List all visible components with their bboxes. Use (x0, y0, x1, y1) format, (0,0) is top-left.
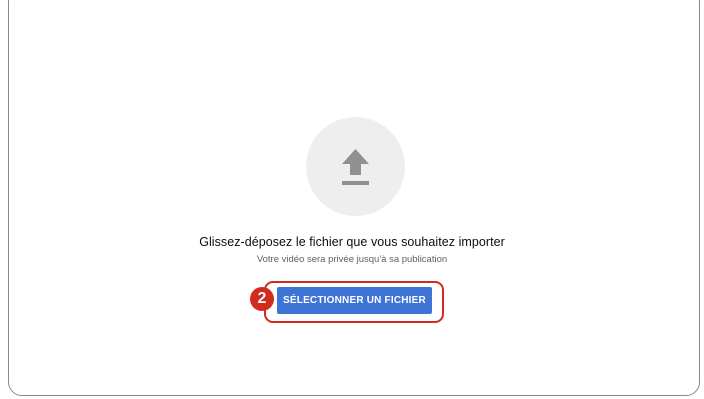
select-file-button[interactable]: SÉLECTIONNER UN FICHIER (277, 287, 432, 314)
upload-subtitle: Votre vidéo sera privée jusqu'à sa publi… (256, 254, 448, 265)
annotation-step-badge: 2 (250, 287, 274, 311)
upload-title: Glissez-déposez le fichier que vous souh… (199, 235, 505, 249)
upload-drop-area[interactable] (306, 117, 405, 216)
upload-arrow-icon (342, 149, 369, 185)
